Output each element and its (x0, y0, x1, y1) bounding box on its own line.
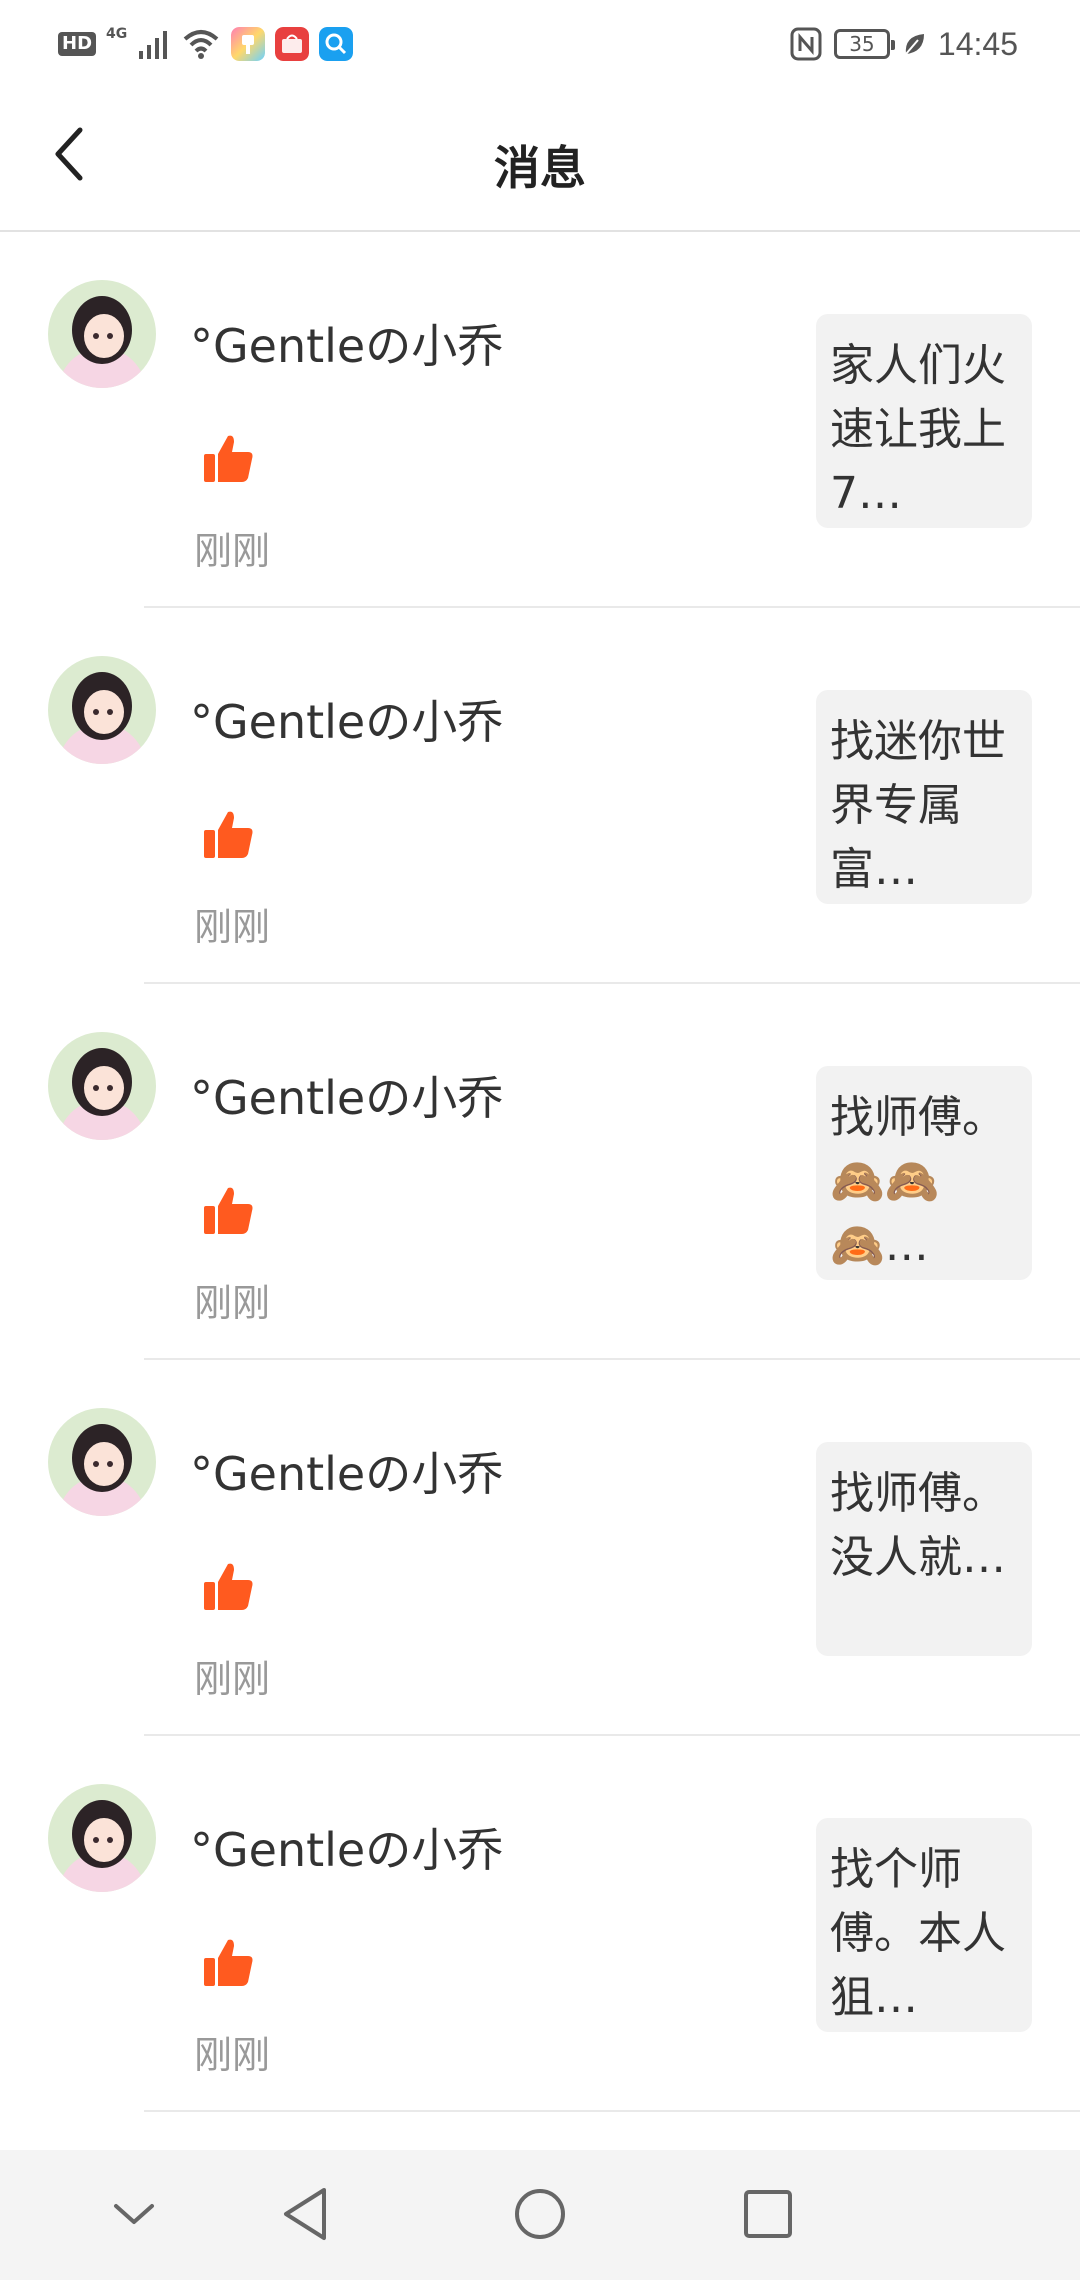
post-preview-text: 家人们火速让我上7… (830, 340, 1006, 519)
battery-indicator: 35 (833, 29, 895, 59)
avatar[interactable] (48, 280, 156, 388)
avatar[interactable] (48, 1032, 156, 1140)
status-left-icons: HD 4G (58, 22, 354, 66)
page-title: 消息 (494, 141, 586, 195)
chevron-down-icon (114, 2204, 154, 2224)
thumbs-up-icon (204, 435, 253, 482)
header: 消息 (0, 92, 1080, 232)
clock: 14:45 (937, 25, 1018, 62)
message-item[interactable]: °Gentleの小乔 刚刚 找迷你世界专属富… (48, 608, 1080, 984)
message-item[interactable]: °Gentleの小乔 刚刚 找个师傅。本人狙… (48, 1736, 1080, 2112)
post-preview[interactable]: 找师傅。🙈🙈🙈… (816, 1066, 1032, 1280)
post-preview[interactable]: 找迷你世界专属富… (816, 690, 1032, 904)
thumbs-up-icon (204, 1187, 253, 1234)
wifi-icon (183, 30, 219, 59)
app-search-icon (319, 27, 354, 61)
post-preview[interactable]: 找个师傅。本人狙… (816, 1818, 1032, 2032)
post-preview-text: 找师傅。🙈🙈🙈… (830, 1092, 1006, 1271)
system-nav-bar (0, 2150, 1080, 2280)
status-bar: HD 4G 35 14:45 (0, 0, 1080, 92)
thumbs-up-icon (204, 811, 253, 858)
timestamp: 刚刚 (194, 1281, 271, 1325)
post-preview[interactable]: 找师傅。没人就… (816, 1442, 1032, 1656)
timestamp: 刚刚 (194, 529, 271, 573)
post-preview[interactable]: 家人们火速让我上7… (816, 314, 1032, 528)
message-item[interactable]: °Gentleの小乔 刚刚 找师傅。🙈🙈🙈… (48, 984, 1080, 1360)
back-triangle-icon (284, 2188, 326, 2240)
post-preview-text: 找个师傅。本人狙… (830, 1844, 1006, 2023)
home-circle-icon (515, 2189, 565, 2239)
username[interactable]: °Gentleの小乔 (190, 686, 503, 752)
avatar[interactable] (48, 1408, 156, 1516)
leaf-icon (905, 34, 924, 55)
message-item[interactable]: °Gentleの小乔 刚刚 家人们火速让我上7… (48, 232, 1080, 608)
message-item[interactable]: °Gentleの小乔 刚刚 找师傅。没人就… (48, 1360, 1080, 1736)
timestamp: 刚刚 (194, 1657, 271, 1701)
signal-icon (139, 31, 168, 59)
nav-recents-button[interactable] (732, 2178, 804, 2250)
username[interactable]: °Gentleの小乔 (190, 1438, 503, 1504)
nav-home-button[interactable] (504, 2178, 576, 2250)
status-right-icons: 35 14:45 (790, 22, 1018, 66)
app-huawei-icon (275, 27, 310, 61)
nfc-icon (790, 27, 822, 61)
post-preview-text: 找师傅。没人就… (830, 1468, 1006, 1583)
hd-badge: HD (58, 32, 97, 56)
thumbs-up-icon (204, 1939, 253, 1986)
app-theme-icon (231, 27, 266, 61)
message-list: °Gentleの小乔 刚刚 家人们火速让我上7… °Gentleの小乔 刚刚 找… (0, 232, 1080, 2112)
timestamp: 刚刚 (194, 2033, 271, 2077)
network-type-label: 4G (106, 26, 128, 42)
nav-collapse-button[interactable] (98, 2178, 170, 2250)
username[interactable]: °Gentleの小乔 (190, 1814, 503, 1880)
avatar[interactable] (48, 1784, 156, 1892)
username[interactable]: °Gentleの小乔 (190, 310, 503, 376)
post-preview-text: 找迷你世界专属富… (830, 716, 1006, 895)
recents-square-icon (744, 2190, 792, 2238)
nav-back-button[interactable] (272, 2178, 344, 2250)
thumbs-up-icon (204, 1563, 253, 1610)
username[interactable]: °Gentleの小乔 (190, 1062, 503, 1128)
avatar[interactable] (48, 656, 156, 764)
timestamp: 刚刚 (194, 905, 271, 949)
